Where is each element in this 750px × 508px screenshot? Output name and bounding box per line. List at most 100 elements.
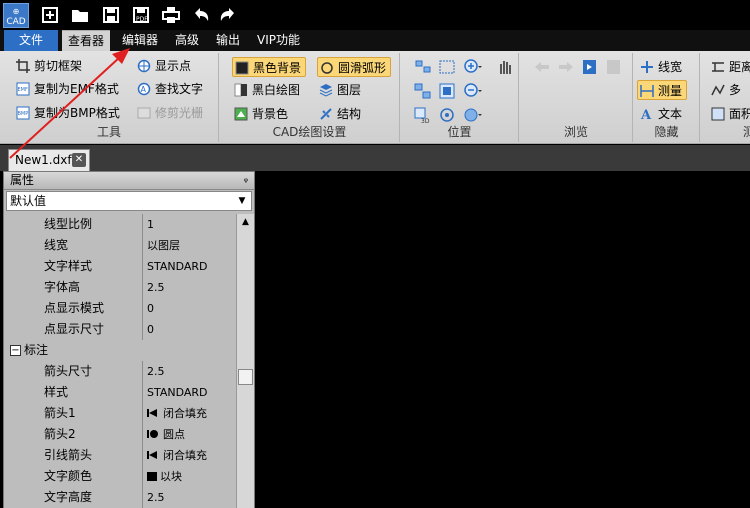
property-value[interactable]: 闭合填充 [142, 403, 236, 424]
copy-bmp-button[interactable]: BMP 复制为BMP格式 [14, 103, 120, 123]
tab-editor[interactable]: 编辑器 [116, 30, 164, 51]
trim-raster-button[interactable]: 修剪光栅 [135, 103, 203, 123]
collapse-icon[interactable]: − [10, 345, 21, 356]
drawing-canvas[interactable] [255, 171, 750, 508]
black-white-button[interactable]: 黑白绘图 [232, 80, 300, 100]
property-key: 字体高 [4, 277, 142, 298]
document-tab-strip: New1.dxf ✕ [0, 145, 750, 171]
section-header: − 标注 [4, 340, 236, 361]
app-logo-icon[interactable]: ⊕ CAD [3, 3, 29, 28]
tab-output[interactable]: 输出 [210, 30, 246, 51]
black-background-button[interactable]: 黑色背景 [232, 57, 307, 77]
browse-group-label: 浏览 [563, 125, 588, 139]
property-key: 线宽 [4, 235, 142, 256]
property-value[interactable]: 圆点 [142, 424, 236, 445]
property-row[interactable]: 箭头尺寸 2.5 [4, 361, 236, 382]
clip-frame-button[interactable]: 剪切框架 [14, 56, 82, 76]
property-key: 点显示模式 [4, 298, 142, 319]
svg-text:EMF: EMF [18, 87, 28, 93]
find-text-button[interactable]: A 查找文字 [135, 79, 203, 99]
undo-icon[interactable] [191, 5, 211, 25]
save-as-icon[interactable]: PDF [131, 5, 151, 25]
structure-button[interactable]: 结构 [317, 104, 361, 124]
zoom-out-icon[interactable] [463, 82, 483, 100]
redo-icon[interactable] [218, 5, 238, 25]
property-value[interactable]: 闭合填充 [142, 445, 236, 466]
property-row[interactable]: 文字高度 2.5 [4, 487, 236, 508]
close-icon[interactable]: ✕ [72, 153, 86, 167]
property-row[interactable]: 文字颜色 以块 [4, 466, 236, 487]
zoom-extents-icon[interactable] [413, 58, 433, 76]
pan-hand-icon[interactable] [495, 58, 515, 76]
property-row[interactable]: 字体高 2.5 [4, 277, 236, 298]
zoom-previous-icon[interactable] [413, 82, 433, 100]
property-value[interactable]: 0 [142, 319, 236, 340]
forward-arrow-icon[interactable] [556, 58, 576, 76]
new-file-icon[interactable] [40, 5, 60, 25]
arrow2-value: 圆点 [163, 428, 185, 441]
raster-icon [137, 107, 151, 119]
open-folder-icon[interactable] [70, 5, 90, 25]
property-value[interactable]: 1 [142, 214, 236, 235]
property-value[interactable]: 2.5 [142, 361, 236, 382]
panel-scrollbar[interactable]: ▲ [236, 214, 254, 508]
smooth-arc-button[interactable]: 圆滑弧形 [317, 57, 392, 77]
property-value[interactable]: 2.5 [142, 487, 236, 508]
copy-emf-label: 复制为EMF格式 [34, 82, 119, 96]
view-options-icon[interactable] [463, 106, 483, 124]
property-row[interactable]: 点显示尺寸 0 [4, 319, 236, 340]
file-tab[interactable]: 文件 [4, 30, 58, 51]
title-bar: ⊕ CAD PDF [0, 0, 750, 30]
position-group: 3D 位置 [401, 53, 519, 142]
dot-arrow-icon [147, 430, 158, 438]
property-value[interactable]: 0 [142, 298, 236, 319]
property-row[interactable]: 箭头2 圆点 [4, 424, 236, 445]
area-button[interactable]: 面积 [709, 104, 750, 124]
layers-button[interactable]: 图层 [317, 80, 361, 100]
property-value[interactable]: 以图层 [142, 235, 236, 256]
property-value[interactable]: STANDARD [142, 256, 236, 277]
zoom-window-icon[interactable] [437, 58, 457, 76]
property-row[interactable]: 线宽 以图层 [4, 235, 236, 256]
zoom-in-icon[interactable] [463, 58, 483, 76]
text-label: 文本 [658, 107, 683, 121]
bookmark-icon[interactable] [580, 58, 600, 76]
background-color-button[interactable]: 背景色 [232, 104, 288, 124]
scroll-thumb[interactable] [238, 369, 253, 385]
pin-icon[interactable]: ᵠ [244, 174, 248, 191]
property-value[interactable]: 2.5 [142, 277, 236, 298]
line-width-button[interactable]: 线宽 [638, 57, 682, 77]
property-value[interactable]: STANDARD [142, 382, 236, 403]
filled-arrow-icon [147, 409, 157, 417]
find-text-label: 查找文字 [155, 82, 204, 96]
print-icon[interactable] [161, 5, 181, 25]
save-icon[interactable] [101, 5, 121, 25]
property-filter-dropdown[interactable]: 默认值 ▼ [6, 191, 252, 211]
scroll-up-icon[interactable]: ▲ [237, 214, 254, 230]
property-row[interactable]: 引线箭头 闭合填充 [4, 445, 236, 466]
tab-viewer[interactable]: 查看器 [62, 30, 111, 51]
property-row[interactable]: 样式 STANDARD [4, 382, 236, 403]
property-row[interactable]: 文字样式 STANDARD [4, 256, 236, 277]
dimension-section-header[interactable]: − 标注 [4, 340, 236, 361]
distance-button[interactable]: 距离 [709, 57, 750, 77]
property-row[interactable]: 箭头1 闭合填充 [4, 403, 236, 424]
text-button[interactable]: A 文本 [638, 104, 682, 124]
multi-button[interactable]: 多 [709, 80, 741, 100]
property-value[interactable]: 以块 [142, 466, 236, 487]
property-row[interactable]: 线型比例 1 [4, 214, 236, 235]
history-icon[interactable] [604, 58, 624, 76]
orbit-icon[interactable] [437, 106, 457, 124]
document-tab[interactable]: New1.dxf ✕ [8, 149, 90, 171]
copy-emf-button[interactable]: EMF 复制为EMF格式 [14, 79, 119, 99]
show-points-button[interactable]: 显示点 [135, 56, 191, 76]
rotate-icon[interactable]: 3D [413, 106, 433, 124]
measure-button[interactable]: 测量 [637, 80, 688, 100]
text-icon: A [640, 108, 652, 121]
tab-advanced[interactable]: 高级 [169, 30, 205, 51]
structure-icon [320, 108, 332, 120]
tab-vip[interactable]: VIP功能 [251, 30, 306, 51]
back-arrow-icon[interactable] [532, 58, 552, 76]
property-row[interactable]: 点显示模式 0 [4, 298, 236, 319]
fit-window-icon[interactable] [437, 82, 457, 100]
